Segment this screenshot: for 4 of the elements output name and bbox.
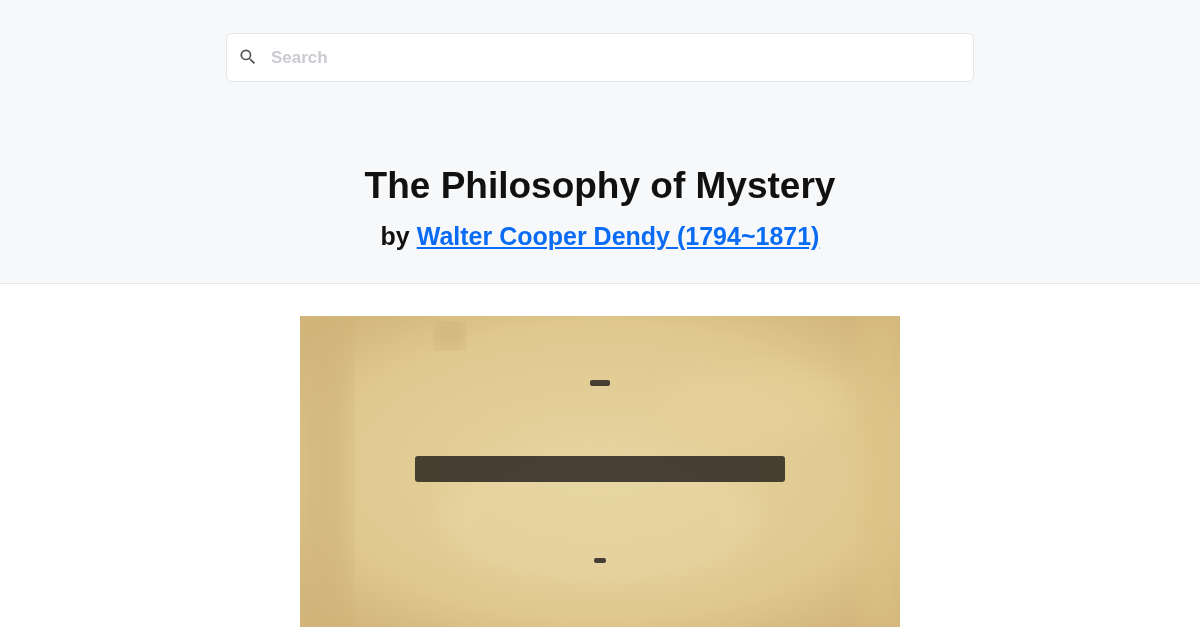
search-icon [238, 47, 258, 67]
book-title: The Philosophy of Mystery [363, 164, 837, 208]
author-link[interactable]: Walter Cooper Dendy (1794~1871) [416, 222, 820, 250]
byline-prefix: by [380, 222, 410, 250]
